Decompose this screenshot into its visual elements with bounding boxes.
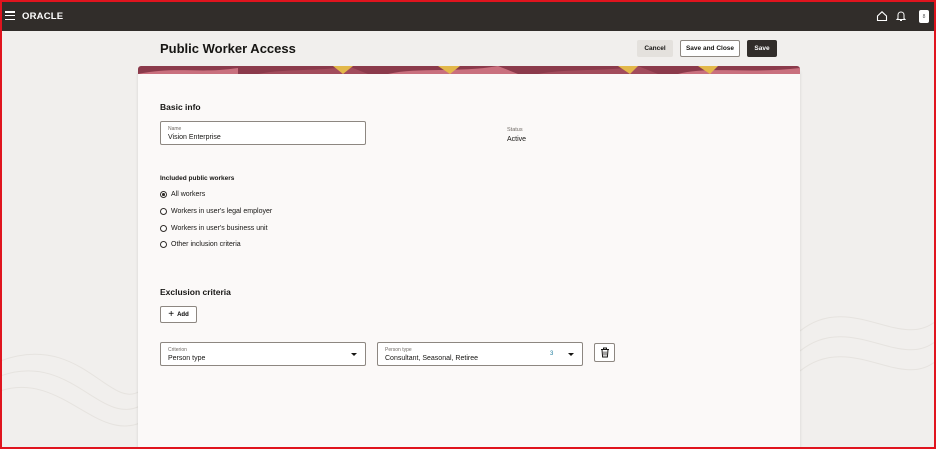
user-avatar[interactable]: 8 bbox=[919, 10, 929, 23]
status-value: Active bbox=[507, 136, 527, 143]
cancel-button[interactable]: Cancel bbox=[637, 40, 673, 57]
status-label: Status bbox=[507, 127, 523, 133]
radio-label: Workers in user's legal employer bbox=[171, 208, 273, 215]
home-icon[interactable] bbox=[876, 10, 888, 22]
name-field-value: Vision Enterprise bbox=[168, 134, 221, 141]
add-criterion-button[interactable]: + Add bbox=[160, 306, 197, 323]
name-field-label: Name bbox=[168, 126, 182, 132]
save-button[interactable]: Save bbox=[747, 40, 777, 57]
delete-criterion-button[interactable] bbox=[594, 343, 615, 362]
menu-icon[interactable] bbox=[5, 11, 15, 21]
add-button-label: Add bbox=[177, 311, 189, 318]
plus-icon: + bbox=[168, 308, 175, 320]
trash-icon bbox=[600, 347, 609, 358]
decorative-banner bbox=[138, 66, 800, 74]
chevron-down-icon[interactable] bbox=[568, 353, 574, 356]
radio-business-unit[interactable]: Workers in user's business unit bbox=[160, 225, 268, 232]
exclusion-criteria-heading: Exclusion criteria bbox=[160, 287, 231, 297]
criterion-value: Person type bbox=[168, 355, 206, 362]
radio-button[interactable] bbox=[160, 225, 167, 232]
person-type-label: Person type bbox=[385, 347, 412, 353]
global-header: ORACLE 8 bbox=[0, 0, 936, 31]
radio-label: Other inclusion criteria bbox=[171, 241, 241, 248]
save-and-close-button[interactable]: Save and Close bbox=[680, 40, 740, 57]
radio-button-checked[interactable] bbox=[160, 191, 167, 198]
chevron-down-icon[interactable] bbox=[351, 353, 357, 356]
radio-all-workers[interactable]: All workers bbox=[160, 191, 205, 198]
oracle-logo[interactable]: ORACLE bbox=[22, 11, 63, 22]
page-title: Public Worker Access bbox=[160, 41, 296, 56]
selected-count-badge: 3 bbox=[550, 351, 554, 357]
radio-legal-employer[interactable]: Workers in user's legal employer bbox=[160, 208, 272, 215]
radio-button[interactable] bbox=[160, 241, 167, 248]
criterion-label: Criterion bbox=[168, 347, 187, 353]
radio-other-criteria[interactable]: Other inclusion criteria bbox=[160, 241, 241, 248]
radio-label: Workers in user's business unit bbox=[171, 225, 268, 232]
included-workers-label: Included public workers bbox=[160, 175, 235, 182]
radio-label: All workers bbox=[171, 191, 206, 198]
name-field[interactable]: Name Vision Enterprise bbox=[160, 121, 366, 145]
radio-button[interactable] bbox=[160, 208, 167, 215]
person-type-value: Consultant, Seasonal, Retiree bbox=[385, 355, 478, 362]
criterion-select[interactable]: Criterion Person type bbox=[160, 342, 366, 366]
notifications-bell-icon[interactable] bbox=[895, 10, 907, 22]
basic-info-heading: Basic info bbox=[160, 102, 201, 112]
